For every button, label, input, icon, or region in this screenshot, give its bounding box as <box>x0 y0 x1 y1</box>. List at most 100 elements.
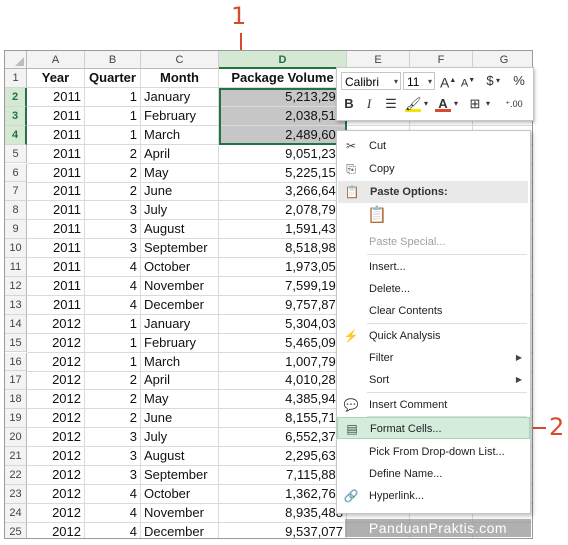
cell[interactable]: 9,757,876 <box>219 295 347 315</box>
cell[interactable]: 1,007,799 <box>219 352 347 372</box>
cell[interactable]: 2 <box>85 144 141 164</box>
select-all-corner[interactable] <box>5 51 27 69</box>
cell[interactable]: Quarter <box>85 69 141 88</box>
column-header-b[interactable]: B <box>85 51 141 69</box>
cell[interactable]: 1,362,761 <box>219 484 347 504</box>
cell[interactable]: September <box>141 239 219 259</box>
cell[interactable]: November <box>141 503 219 523</box>
cell[interactable]: 6,552,370 <box>219 428 347 448</box>
cell[interactable]: 2011 <box>27 295 85 315</box>
row-header[interactable]: 8 <box>5 201 27 221</box>
cell[interactable]: 2012 <box>27 390 85 410</box>
percent-button[interactable]: % <box>511 72 527 90</box>
shrink-font-button[interactable]: A▼ <box>460 72 476 90</box>
font-name-box[interactable]: Calibri ▾ <box>341 72 401 90</box>
currency-dropdown-icon[interactable]: ▾ <box>494 72 502 90</box>
cell[interactable]: 5,465,096 <box>219 333 347 353</box>
cell[interactable]: Package Volume <box>219 69 347 88</box>
cell[interactable]: 2011 <box>27 163 85 183</box>
cell[interactable]: February <box>141 333 219 353</box>
align-center-icon[interactable]: ☰ <box>383 95 399 113</box>
cell[interactable]: 4 <box>85 503 141 523</box>
menu-item-format-cells[interactable]: ▤ Format Cells... <box>337 417 530 439</box>
cell[interactable]: 2011 <box>27 201 85 221</box>
cell[interactable]: December <box>141 522 219 538</box>
cell[interactable]: 8,935,488 <box>219 503 347 523</box>
cell[interactable]: 4,385,945 <box>219 390 347 410</box>
menu-item-cut[interactable]: ✂ Cut <box>337 135 530 157</box>
cell[interactable]: March <box>141 125 219 145</box>
row-header[interactable]: 4 <box>5 125 27 145</box>
cell[interactable]: 2,078,794 <box>219 201 347 221</box>
cell[interactable]: 8,518,985 <box>219 239 347 259</box>
row-header[interactable]: 24 <box>5 503 27 523</box>
cell[interactable]: 2 <box>85 409 141 429</box>
cell[interactable]: October <box>141 258 219 277</box>
cell[interactable]: Month <box>141 69 219 88</box>
cell[interactable]: 2012 <box>27 428 85 448</box>
cell[interactable]: Year <box>27 69 85 88</box>
cell[interactable]: 3 <box>85 465 141 485</box>
row-header[interactable]: 18 <box>5 390 27 410</box>
cell[interactable]: 2,489,601 <box>219 125 347 145</box>
cell[interactable]: 5,213,292 <box>219 87 347 107</box>
menu-item-define-name[interactable]: Define Name... <box>337 463 530 485</box>
row-header[interactable]: 14 <box>5 314 27 334</box>
cell[interactable]: 7,599,195 <box>219 276 347 296</box>
cell[interactable]: 2012 <box>27 465 85 485</box>
cell[interactable]: 2 <box>85 390 141 410</box>
cell[interactable]: 1 <box>85 333 141 353</box>
cell[interactable]: 5,225,154 <box>219 163 347 183</box>
borders-dropdown-icon[interactable]: ▾ <box>484 95 492 113</box>
cell[interactable]: 1,591,434 <box>219 220 347 240</box>
grow-font-button[interactable]: A▲ <box>440 72 456 91</box>
cell[interactable]: October <box>141 484 219 504</box>
bold-button[interactable]: B <box>341 95 357 113</box>
menu-item-clear-contents[interactable]: Clear Contents <box>337 300 530 322</box>
menu-item-copy[interactable]: ⎘ Copy <box>337 158 530 180</box>
cell[interactable]: 1,973,056 <box>219 258 347 277</box>
cell[interactable]: November <box>141 276 219 296</box>
cell[interactable]: 1 <box>85 314 141 334</box>
cell[interactable]: February <box>141 106 219 126</box>
cell[interactable]: 3 <box>85 447 141 466</box>
row-header[interactable]: 7 <box>5 182 27 202</box>
fill-color-icon[interactable]: 🖌 <box>405 95 422 112</box>
paste-option-button[interactable]: 📋 <box>337 204 530 232</box>
row-header[interactable]: 9 <box>5 220 27 240</box>
cell[interactable]: 3 <box>85 239 141 259</box>
cell[interactable]: 9,537,077 <box>219 522 347 538</box>
menu-item-insert[interactable]: Insert... <box>337 256 530 278</box>
cell[interactable]: 2012 <box>27 314 85 334</box>
cell[interactable]: 5,304,039 <box>219 314 347 334</box>
menu-item-pick-dropdown[interactable]: Pick From Drop-down List... <box>337 441 530 463</box>
row-header[interactable]: 5 <box>5 144 27 164</box>
cell[interactable]: 2011 <box>27 125 85 145</box>
cell[interactable]: 2011 <box>27 276 85 296</box>
italic-button[interactable]: I <box>361 95 377 113</box>
row-header[interactable]: 10 <box>5 239 27 258</box>
row-header[interactable]: 15 <box>5 333 27 353</box>
cell[interactable]: 3 <box>85 201 141 221</box>
menu-item-sort[interactable]: Sort ▶ <box>337 369 530 391</box>
row-header[interactable]: 6 <box>5 163 27 183</box>
cell[interactable]: 2012 <box>27 484 85 504</box>
cell[interactable]: December <box>141 295 219 315</box>
column-header-d[interactable]: D <box>219 51 347 69</box>
cell[interactable]: 2011 <box>27 106 85 126</box>
row-header[interactable]: 3 <box>5 106 27 126</box>
cell[interactable]: April <box>141 144 219 164</box>
fill-color-dropdown-icon[interactable]: ▾ <box>422 95 430 113</box>
cell[interactable]: 2012 <box>27 447 85 466</box>
row-header[interactable]: 17 <box>5 371 27 391</box>
cell[interactable]: 2011 <box>27 258 85 277</box>
cell[interactable]: 1 <box>85 125 141 145</box>
cell[interactable]: 8,155,717 <box>219 409 347 429</box>
row-header[interactable]: 1 <box>5 69 27 88</box>
column-header-a[interactable]: A <box>27 51 85 69</box>
cell[interactable]: July <box>141 201 219 221</box>
row-header[interactable]: 2 <box>5 87 27 107</box>
cell[interactable]: June <box>141 409 219 429</box>
cell[interactable]: 2011 <box>27 220 85 240</box>
cell[interactable]: May <box>141 163 219 183</box>
